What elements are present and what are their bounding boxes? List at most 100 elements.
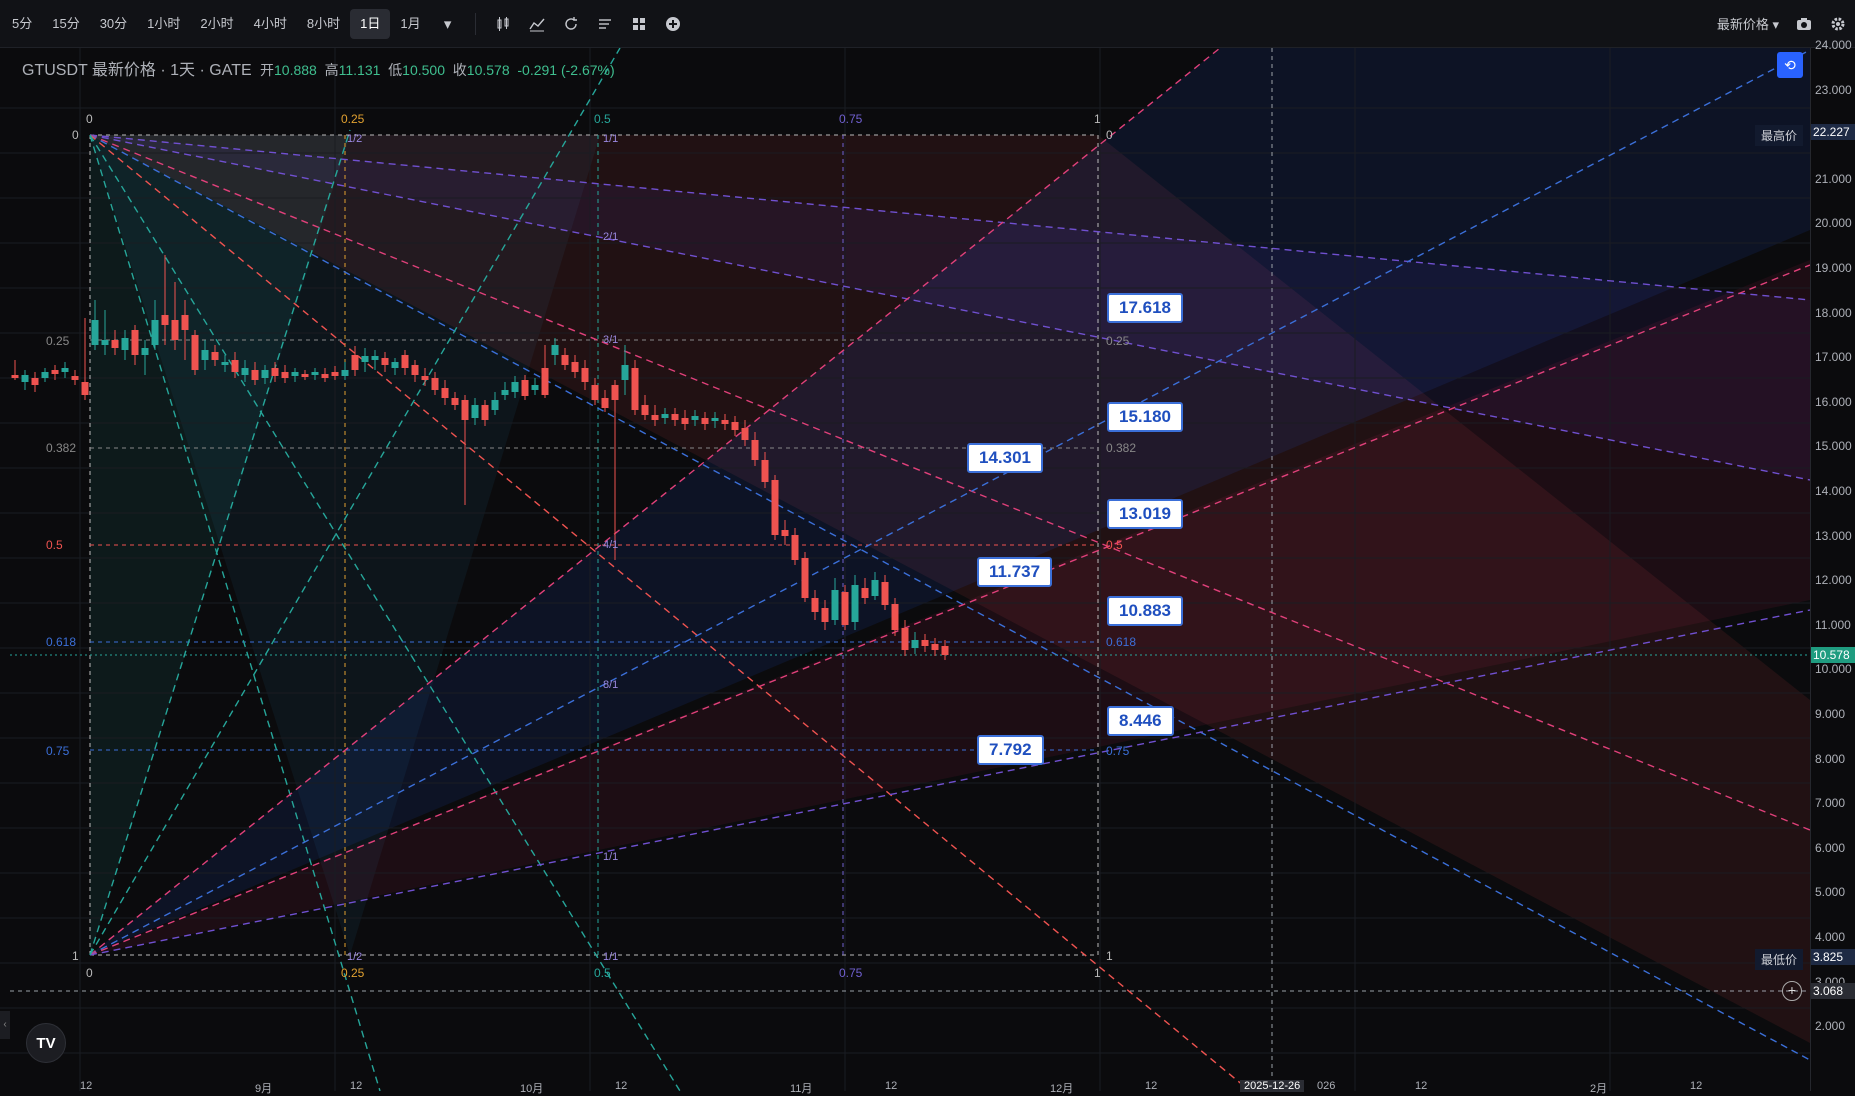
- candle-body: [581, 368, 589, 382]
- timeframe-5m[interactable]: 5分: [2, 9, 42, 39]
- price-callout[interactable]: 15.180: [1107, 402, 1183, 432]
- price-callout[interactable]: 17.618: [1107, 293, 1183, 323]
- candle-body: [441, 388, 449, 398]
- scroll-to-realtime-button[interactable]: ⟲: [1777, 52, 1803, 78]
- candle-body: [211, 352, 219, 360]
- add-alert-button[interactable]: +: [1782, 981, 1802, 1001]
- time-axis-label: 2月: [1590, 1083, 1608, 1095]
- candle-body: [931, 644, 939, 650]
- candle-body: [621, 365, 629, 380]
- candle-body: [871, 580, 879, 596]
- candle-body: [861, 588, 869, 598]
- candle-body: [821, 608, 829, 622]
- candle-body: [491, 400, 499, 410]
- fib-ratio-label: 1/1: [603, 851, 618, 863]
- price-callout[interactable]: 11.737: [977, 557, 1053, 587]
- price-type-select[interactable]: 最新价格 ▾: [1709, 14, 1787, 33]
- price-axis-label: 6.000: [1815, 840, 1846, 855]
- layout-icon[interactable]: [622, 9, 656, 39]
- candle-body: [651, 415, 659, 420]
- fib-left-label: 0.382: [46, 441, 76, 455]
- candle-body: [661, 414, 669, 418]
- highest-price-label: 最高价: [1755, 125, 1804, 146]
- high-value: 11.131: [338, 62, 381, 78]
- price-axis-label: 16.000: [1815, 394, 1852, 409]
- price-axis-label: 7.000: [1815, 796, 1846, 811]
- fib-bottom-label: 0.75: [839, 966, 863, 980]
- candle-body: [291, 372, 299, 376]
- candle-body: [381, 358, 389, 365]
- settings-icon[interactable]: [1821, 9, 1855, 39]
- fib-top-label: 0: [86, 112, 93, 126]
- fib-right-label: 0.618: [1106, 635, 1136, 649]
- candle-body: [411, 365, 419, 375]
- timeframe-15m[interactable]: 15分: [42, 9, 89, 39]
- candle-body: [81, 382, 89, 395]
- chart-canvas[interactable]: 000.250.250.50.50.750.751100.250.3820.50…: [0, 48, 1810, 1091]
- fib-left-label: 0.25: [46, 334, 70, 348]
- candle-body: [761, 460, 769, 482]
- candle-body: [541, 368, 549, 395]
- time-axis-label: 11月: [790, 1083, 813, 1095]
- candle-body: [631, 368, 639, 410]
- price-callout[interactable]: 7.792: [977, 735, 1044, 765]
- candle-body: [741, 428, 749, 440]
- price-callout[interactable]: 14.301: [967, 443, 1043, 473]
- candle-body: [791, 535, 799, 560]
- candle-body: [391, 362, 399, 368]
- price-axis-label: 15.000: [1815, 439, 1852, 454]
- candle-body: [901, 628, 909, 650]
- fib-right-label: 0.25: [1106, 334, 1130, 348]
- indicator-icon[interactable]: [520, 9, 554, 39]
- replay-icon[interactable]: [554, 9, 588, 39]
- candle-body: [91, 320, 99, 345]
- candle-body: [301, 374, 309, 377]
- timeframe-1mo[interactable]: 1月: [390, 9, 430, 39]
- timeframe-30m[interactable]: 30分: [90, 9, 137, 39]
- time-axis-label: 12: [885, 1080, 898, 1092]
- candle-body: [481, 405, 489, 420]
- candle-body: [501, 390, 509, 395]
- timeframe-8h[interactable]: 8小时: [297, 9, 350, 39]
- toolbar-divider: [474, 12, 476, 35]
- fib-right-label: 0: [1106, 128, 1113, 142]
- strategy-icon[interactable]: [588, 9, 622, 39]
- timeframe-1h[interactable]: 1小时: [137, 9, 190, 39]
- candle-body: [241, 368, 249, 375]
- candle-body: [511, 382, 519, 392]
- price-axis-label: 19.000: [1815, 261, 1852, 275]
- price-callout[interactable]: 10.883: [1107, 596, 1183, 626]
- candle-body: [231, 360, 239, 372]
- candle-body: [891, 604, 899, 630]
- candle-body: [801, 558, 809, 598]
- price-axis-label: 13.000: [1815, 528, 1852, 543]
- candles-icon[interactable]: [486, 9, 520, 39]
- candle-body: [101, 340, 109, 345]
- fib-ratio-label: 1/2: [347, 951, 362, 963]
- candle-body: [281, 372, 289, 378]
- candle-body: [571, 362, 579, 372]
- price-axis-label: 10.000: [1815, 662, 1852, 677]
- candle-body: [431, 378, 439, 390]
- chevron-down-icon[interactable]: ▾: [431, 9, 465, 39]
- time-axis-label: 12: [1145, 1080, 1158, 1092]
- candle-body: [421, 376, 429, 380]
- price-axis-label: 12.000: [1815, 573, 1852, 588]
- add-icon[interactable]: [656, 9, 690, 39]
- candle-body: [921, 640, 929, 646]
- price-axis[interactable]: 24.00023.00022.00021.00020.00019.00018.0…: [1810, 38, 1855, 1091]
- fib-ratio-label: 1/1: [603, 133, 618, 145]
- price-callout[interactable]: 8.446: [1107, 706, 1174, 736]
- price-callout[interactable]: 13.019: [1107, 499, 1183, 529]
- price-axis-label: 14.000: [1815, 484, 1852, 498]
- timeframe-1d[interactable]: 1日: [350, 8, 391, 39]
- camera-icon[interactable]: [1787, 9, 1821, 39]
- collapse-panel-button[interactable]: ‹: [0, 1011, 10, 1039]
- close-value: 10.578: [466, 62, 510, 78]
- time-axis-label: 2025-12-26: [1240, 1080, 1305, 1092]
- price-type-label: 最新价格: [1716, 17, 1769, 32]
- open-label: 开: [260, 62, 274, 78]
- timeframe-2h[interactable]: 2小时: [190, 9, 243, 39]
- time-axis-label: 12: [615, 1080, 628, 1092]
- timeframe-4h[interactable]: 4小时: [244, 9, 297, 39]
